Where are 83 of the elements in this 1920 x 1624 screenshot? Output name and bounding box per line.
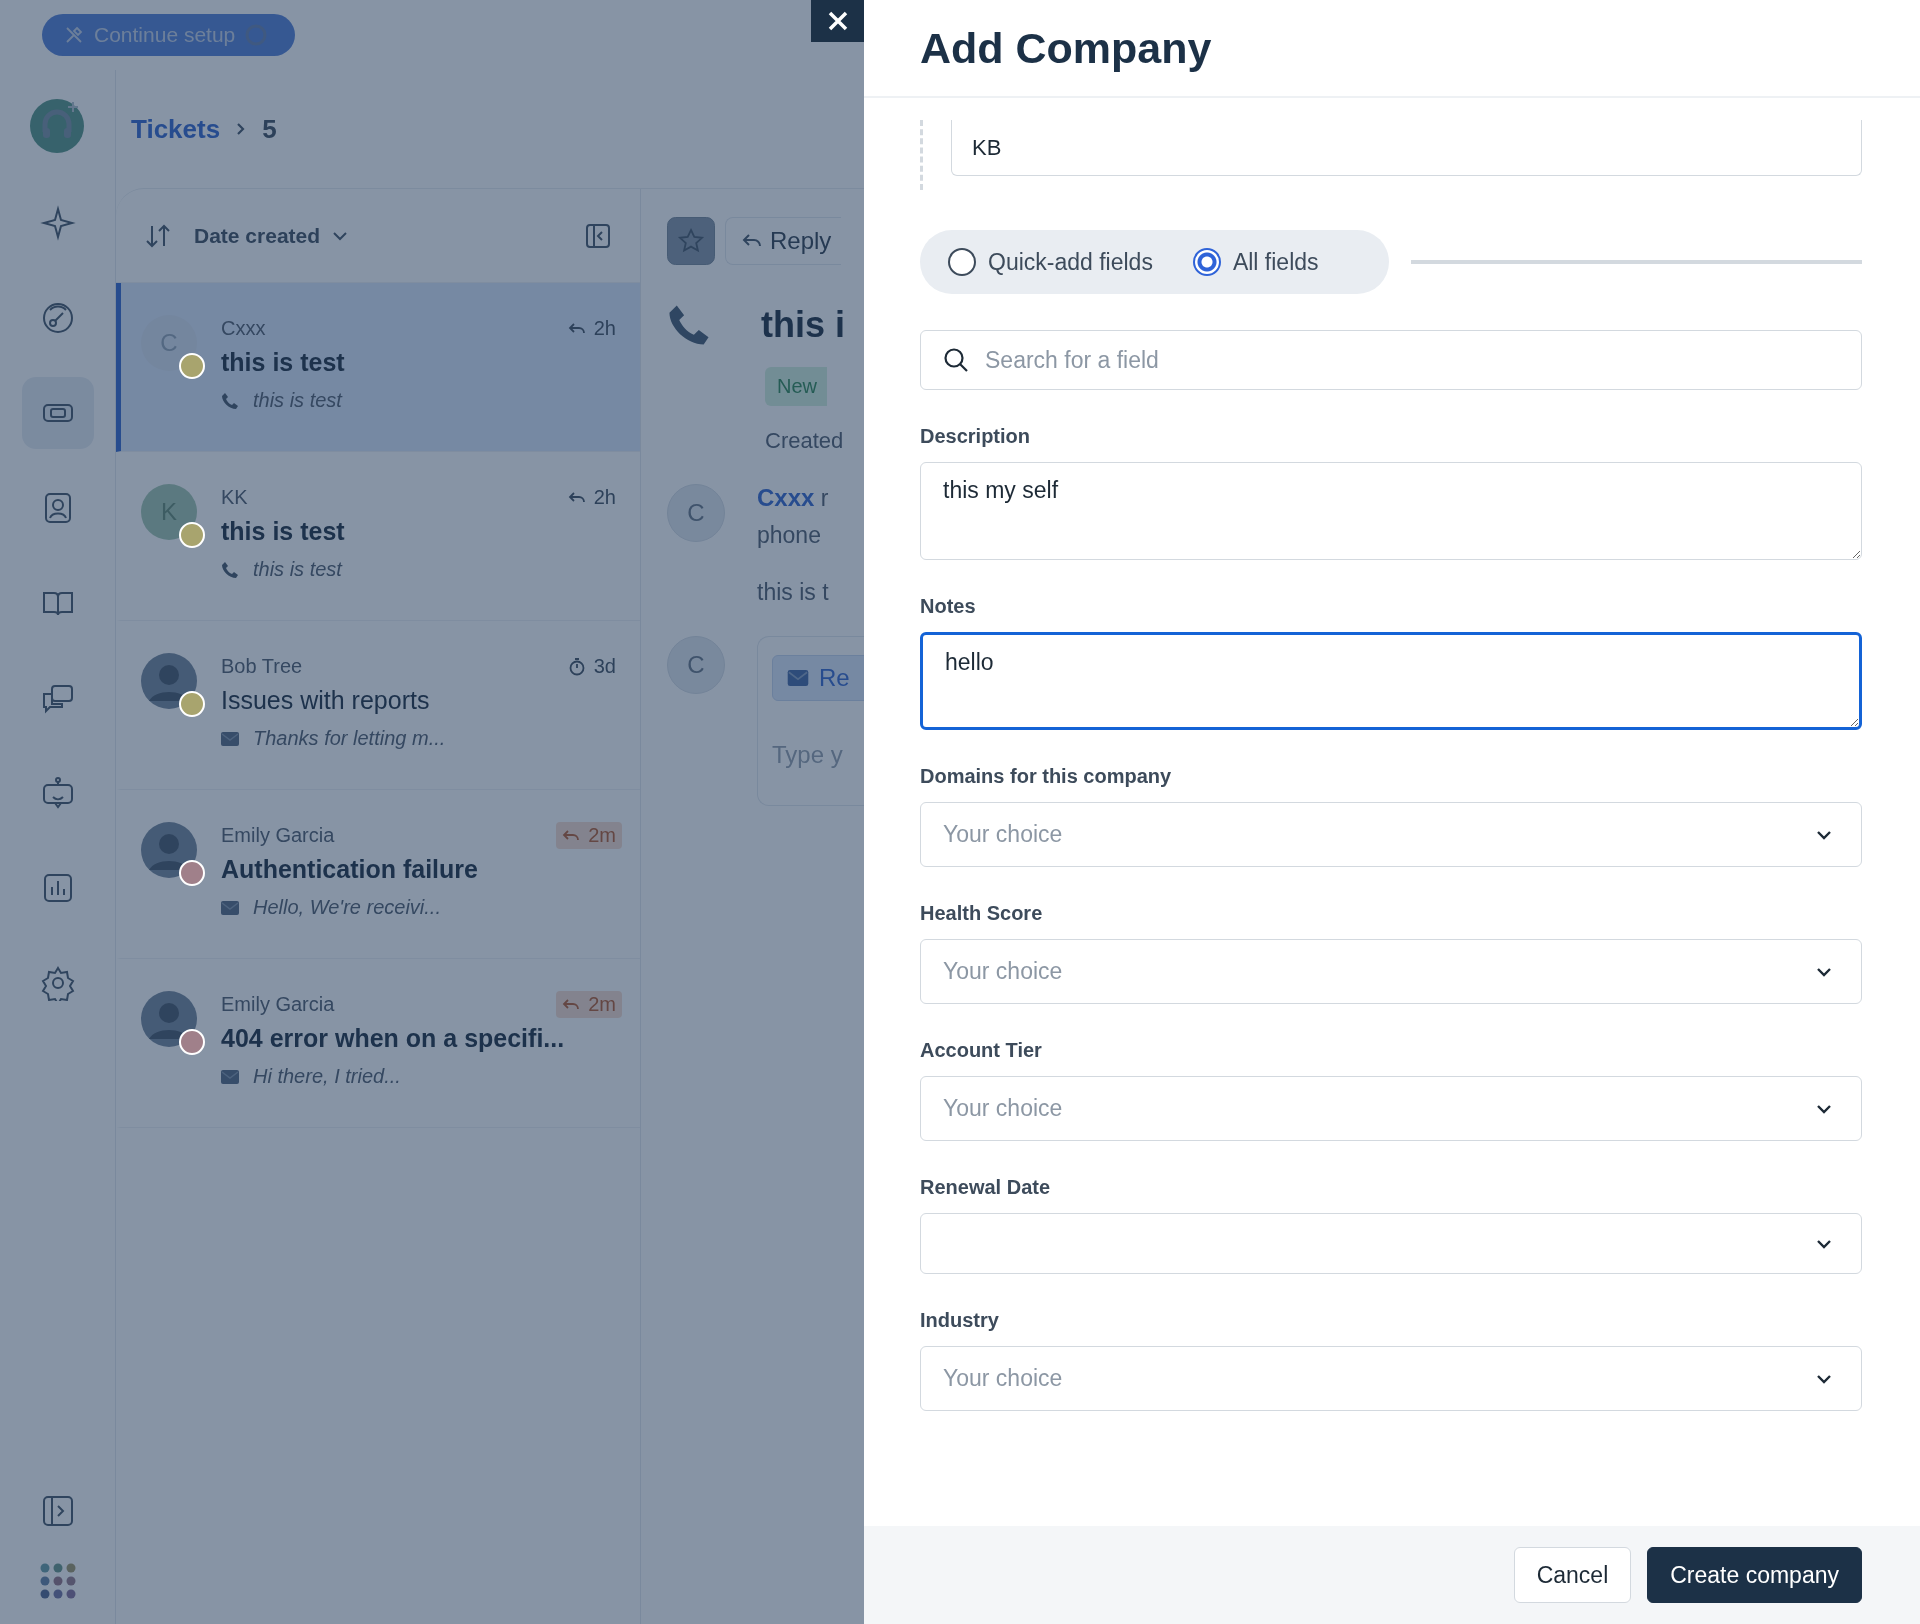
avatar-icon: [141, 822, 197, 878]
field-label: Account Tier: [920, 1039, 1043, 1062]
ticket-subject: this is test: [221, 348, 346, 377]
email-icon: [221, 731, 239, 746]
ticket-row[interactable]: Emily Garcia 2m Authentication failure Hello, We're receivi...: [116, 790, 640, 959]
close-button[interactable]: [811, 0, 864, 42]
text-area[interactable]: hello: [920, 632, 1862, 730]
date-field[interactable]: [920, 1213, 1862, 1274]
ticket-row[interactable]: Bob Tree 3d Issues with reports Thanks for letting m...: [116, 621, 640, 790]
radio-option[interactable]: Quick-add fields: [948, 248, 1153, 276]
ticket-preview: Hi there, I tried...: [253, 1065, 401, 1088]
avatar-icon: [141, 653, 197, 709]
breadcrumb-link[interactable]: Tickets: [131, 113, 221, 145]
sort-dropdown[interactable]: Date created: [188, 222, 355, 249]
chevron-down-icon: [1815, 1237, 1833, 1250]
avatar: C: [667, 636, 725, 694]
ticket-time: 2h: [593, 317, 616, 340]
ticket-row[interactable]: Emily Garcia 2m 404 error when on a specifi... Hi there, I tried...: [116, 959, 640, 1128]
cancel-button[interactable]: Cancel: [1513, 1547, 1632, 1603]
select-field[interactable]: Your choice: [920, 939, 1862, 1004]
requester-name: KK: [221, 486, 248, 509]
requester-name: Emily Garcia: [221, 993, 335, 1016]
requester-name: Emily Garcia: [221, 824, 335, 847]
chevron-down-icon: [1815, 1372, 1833, 1385]
select-field[interactable]: Your choice: [920, 1076, 1862, 1141]
ticket-preview: this is test: [253, 558, 342, 581]
field-label: Renewal Date: [920, 1176, 1052, 1199]
field-label: Notes: [920, 595, 977, 618]
ticket-preview: Thanks for letting m...: [253, 727, 446, 750]
ticket-subject: Authentication failure: [221, 855, 479, 884]
ticket-icon[interactable]: [21, 377, 94, 449]
phone-icon: [221, 560, 239, 579]
email-icon: [221, 900, 239, 915]
ticket-title: this i: [761, 304, 845, 346]
ticket-preview: Hello, We're receivi...: [253, 896, 441, 919]
email-icon: [221, 1069, 239, 1084]
chevron-down-icon: [1815, 1102, 1833, 1115]
timer-icon: [567, 657, 586, 676]
status-tag: New: [765, 367, 827, 406]
name-field[interactable]: KB: [951, 120, 1862, 176]
avatar-icon: [141, 991, 197, 1047]
ticket-subject: 404 error when on a specifi...: [221, 1024, 566, 1053]
create-button[interactable]: Create company: [1647, 1547, 1862, 1603]
drawer-title: Add Company: [920, 23, 1212, 73]
avatar: C: [667, 484, 725, 542]
search-icon: [942, 346, 970, 374]
field-label: Industry: [920, 1309, 1000, 1332]
phone-icon: [221, 391, 239, 410]
author-link[interactable]: Cxxx: [757, 484, 815, 511]
ticket-time: 2m: [588, 993, 616, 1016]
field-label: Domains for this company: [920, 765, 1173, 788]
reply-button[interactable]: Reply: [725, 217, 842, 265]
requester-name: Cxxx: [221, 317, 266, 340]
close-icon: [826, 10, 849, 32]
select-field[interactable]: Your choice: [920, 1346, 1862, 1411]
chevron-down-icon: [1815, 828, 1833, 841]
ticket-time: 2m: [588, 824, 616, 847]
field-label: Description: [920, 425, 1032, 448]
ticket-preview: this is test: [253, 389, 342, 412]
ticket-subject: Issues with reports: [221, 686, 431, 715]
message-body: this is t: [757, 579, 829, 606]
tools-icon: [64, 25, 84, 45]
requester-name: Bob Tree: [221, 655, 303, 678]
radio-option[interactable]: All fields: [1192, 248, 1319, 276]
ticket-time: 3d: [593, 655, 616, 678]
email-icon: [787, 670, 809, 686]
message-meta: phone: [757, 522, 822, 549]
search-field[interactable]: Search for a field: [920, 330, 1862, 390]
ticket-time: 2h: [593, 486, 616, 509]
text-area[interactable]: this my self: [920, 462, 1862, 560]
logo-icon[interactable]: [28, 96, 87, 154]
phone-icon: [667, 303, 711, 347]
chevron-down-icon: [332, 230, 349, 241]
breadcrumb-current: 5: [262, 113, 277, 145]
apps-grid-icon[interactable]: [38, 1562, 77, 1600]
created-label: Created: [765, 428, 845, 454]
select-field[interactable]: Your choice: [920, 802, 1862, 867]
ticket-subject: this is test: [221, 517, 346, 546]
chevron-down-icon: [1815, 965, 1833, 978]
collapse-panel-icon[interactable]: [584, 221, 612, 250]
email-channel-tab[interactable]: Re: [772, 655, 864, 701]
field-label: Health Score: [920, 902, 1044, 925]
message-meta: r: [820, 485, 829, 511]
